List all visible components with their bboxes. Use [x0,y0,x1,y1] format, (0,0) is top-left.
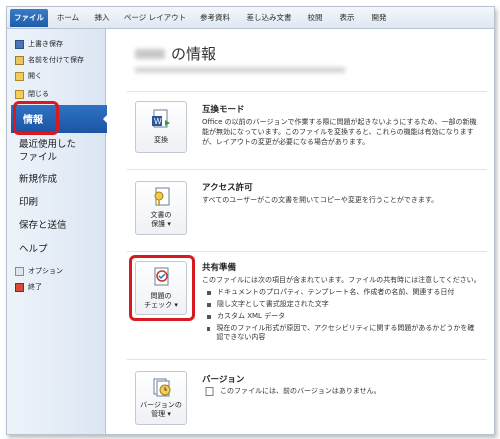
divider [127,169,487,170]
divider [127,251,487,252]
document-icon [205,387,214,396]
sidebar-item-print[interactable]: 印刷 [19,196,38,209]
divider [127,91,487,92]
sidebar-item-new[interactable]: 新規作成 [19,173,57,186]
convert-button[interactable]: W 変換 [135,101,187,153]
page-title-text: の情報 [171,45,217,63]
save-icon [15,39,24,49]
list-item: カスタム XML データ [207,312,285,321]
bullet-icon [207,327,211,331]
list-item: ドキュメントのプロパティ、テンプレート名、作成者の名前、関連する日付 [207,288,454,297]
list-item: 隠し文字として書式設定された文字 [207,300,329,309]
sidebar-item-save[interactable]: 上書き保存 [15,37,63,51]
tab-review[interactable]: 校閲 [301,10,329,26]
section-text-compat: Office の以前のバージョンで作業する際に問題が起きないようにするため、一部… [202,118,477,146]
tab-file[interactable]: ファイル [10,9,48,27]
tab-view[interactable]: 表示 [333,10,361,26]
section-title-permissions: アクセス許可 [202,183,253,193]
sidebar-item-label: オプション [28,267,63,275]
tab-references[interactable]: 参考資料 [193,10,237,26]
word-backstage-window: ファイル ホーム 挿入 ページ レイアウト 参考資料 差し込み文書 校閲 表示 … [6,6,495,435]
section-title-compat: 互換モード [202,105,245,115]
sidebar-item-label: 閉じる [28,90,49,98]
svg-text:W: W [154,117,162,126]
sidebar-item-help[interactable]: ヘルプ [19,243,48,256]
convert-button-label: 変換 [154,136,168,144]
sidebar-item-exit[interactable]: 終了 [15,280,42,294]
protect-document-icon [154,187,170,206]
bullet-icon [207,315,211,319]
highlight-box-check-issues [129,255,195,321]
manage-versions-button[interactable]: バージョンの 管理 ▾ [135,371,187,425]
ribbon-tab-bar: ファイル ホーム 挿入 ページ レイアウト 参考資料 差し込み文書 校閲 表示 … [7,7,494,29]
protect-button-label-2: 保護 ▾ [151,220,171,228]
options-icon [15,266,24,276]
sidebar-item-recent[interactable]: 最近使用した ファイル [19,138,76,164]
protect-button-label-1: 文書の [150,211,172,219]
section-text-permissions: すべてのユーザーがこの文書を開いてコピーや変更を行うことができます。 [202,196,439,204]
convert-document-icon: W [152,109,170,128]
folder-open-icon [15,71,24,81]
tab-insert[interactable]: 挿入 [87,10,117,26]
redacted-filename [135,48,165,59]
bullet-icon [207,291,211,295]
sidebar-item-open[interactable]: 開く [15,69,42,83]
versions-button-label-1: バージョンの [140,401,182,409]
section-title-prepare-share: 共有準備 [202,263,237,273]
sidebar-item-label: 開く [28,72,42,80]
sidebar-item-label: 終了 [28,283,42,291]
versions-info: このファイルには、前のバージョンはありません。 [205,387,381,396]
sidebar-item-save-send[interactable]: 保存と送信 [19,219,67,232]
tab-page-layout[interactable]: ページ レイアウト [119,10,191,26]
sidebar-item-close[interactable]: 閉じる [15,87,49,101]
tab-developer[interactable]: 開発 [365,10,393,26]
info-pane: の情報 W 変換 互換モード Office の以前のバージョンで作業する際に問題… [107,29,494,434]
highlight-box-info [13,101,59,135]
tab-mailings[interactable]: 差し込み文書 [239,10,299,26]
protect-document-button[interactable]: 文書の 保護 ▾ [135,181,187,235]
sidebar-item-label: 上書き保存 [28,40,63,48]
sidebar-item-options[interactable]: オプション [15,264,63,278]
manage-versions-icon [153,378,171,397]
save-as-icon [15,55,24,65]
divider [127,359,487,360]
tab-home[interactable]: ホーム [51,10,85,26]
page-title: の情報 [135,43,216,64]
section-text-prepare-share: このファイルには次の項目が含まれています。ファイルの共有時には注意してください。 [202,276,481,284]
bullet-icon [207,303,211,307]
sidebar-item-save-as[interactable]: 名前を付けて保存 [15,53,84,67]
redacted-file-path [135,67,345,73]
folder-close-icon [15,89,24,99]
section-title-versions: バージョン [202,375,245,385]
versions-button-label-2: 管理 ▾ [151,410,171,418]
sidebar-item-label: 名前を付けて保存 [28,56,84,64]
list-item: 現在のファイル形式が原因で、アクセシビリティに関する問題があるかどうかを確認でき… [207,324,477,342]
exit-icon [15,282,24,292]
